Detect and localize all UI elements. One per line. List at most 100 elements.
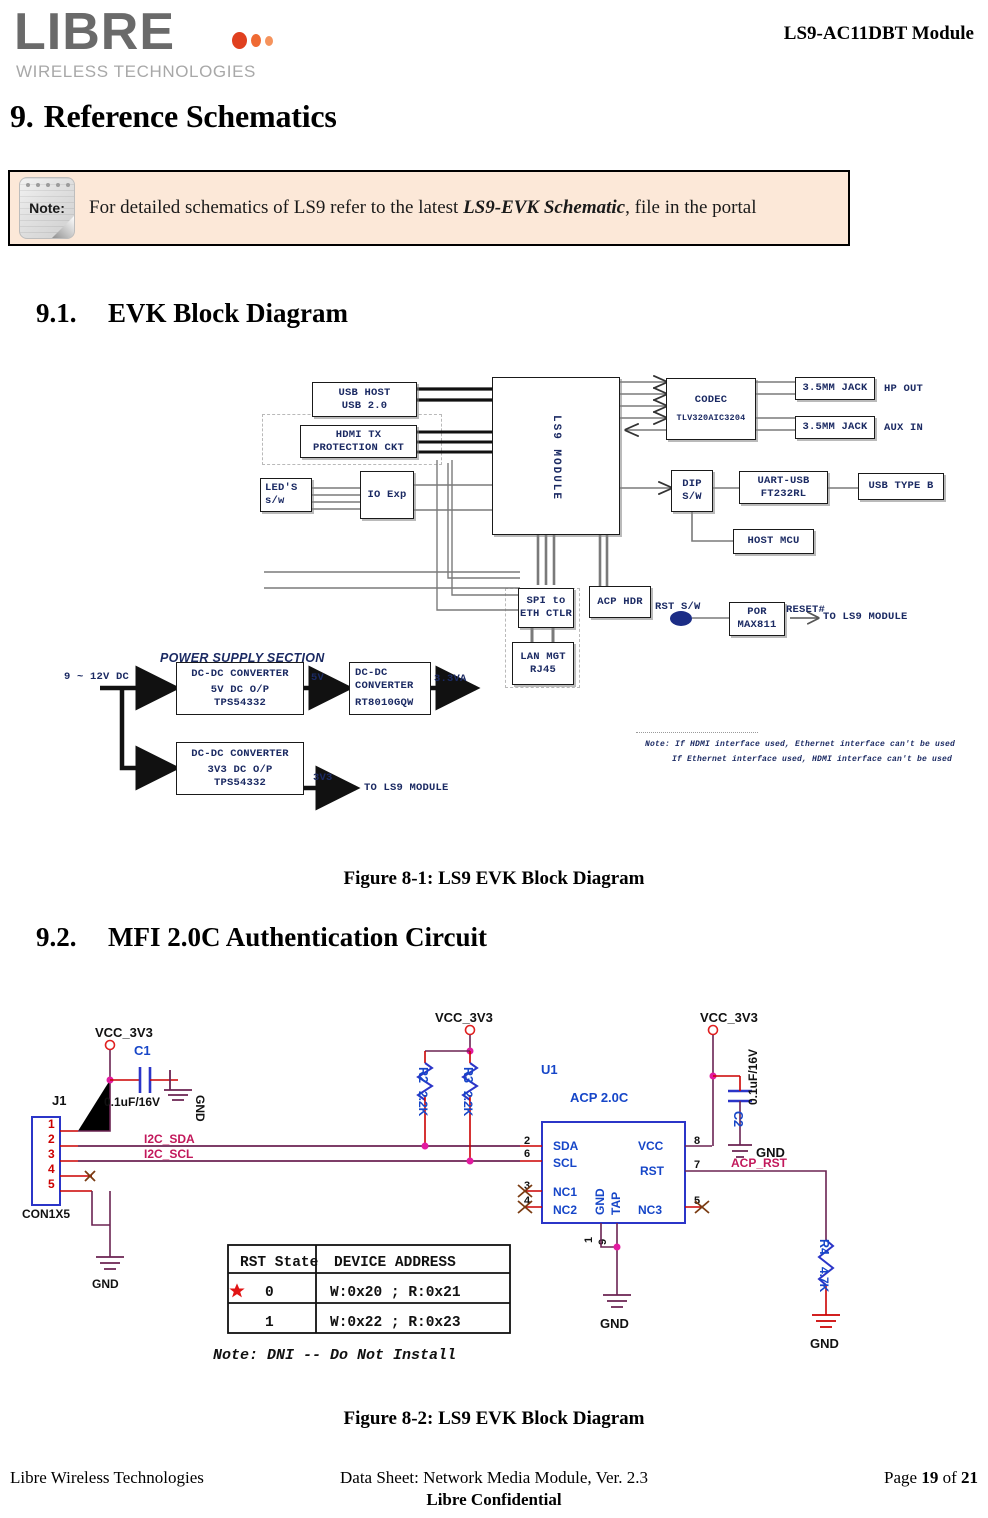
j1-refdes: J1 [52,1093,66,1108]
table-row0-state: 0 [265,1285,274,1301]
block-jack-hp-label: 3.5MM JACK [802,382,868,394]
page-title: 9. Reference Schematics [10,98,337,135]
block-usb-host: USB HOST USB 2.0 [312,382,417,417]
label-input-voltage: 9 ~ 12V DC [64,671,130,683]
label-reset-hash: RESET# [786,604,826,616]
u1-pin-gnd: GND [593,1188,607,1215]
block-lan-mgt-rj45: LAN MGT RJ45 [512,642,574,685]
footnote-divider [636,732,758,733]
u1-pin-nc2: NC2 [553,1203,577,1217]
footer-page-number: 19 [921,1468,939,1487]
block-leds-line2: s/w [265,495,285,507]
u1-part: ACP 2.0C [570,1090,629,1105]
logo-tagline: WIRELESS TECHNOLOGIES [16,62,256,81]
j1-part: CON1X5 [22,1207,70,1221]
block-codec: CODEC TLV320AIC3204 [666,378,756,440]
block-usb-host-line1: USB HOST [338,386,391,399]
table-row1-address: W:0x22 ; R:0x23 [330,1315,461,1331]
block-dcdc5v-line1: DC-DC CONVERTER [191,667,289,680]
block-dip-line2: S/W [682,491,702,503]
note-callout: Note: For detailed schematics of LS9 ref… [8,170,850,246]
footer-confidential: Libre Confidential [426,1490,562,1509]
net-vcc-mid: VCC_3V3 [435,1010,493,1025]
block-host-mcu-label: HOST MCU [747,535,800,547]
j1-pin-1: 1 [48,1117,55,1131]
label-hp-out: HP OUT [884,383,924,395]
libre-logo: LIBRE WIRELESS TECHNOLOGIES [14,3,273,82]
block-por-line2: MAX811 [737,619,777,631]
u1-refdes: U1 [541,1062,558,1077]
u1-pin-scl: SCL [553,1156,577,1170]
block-dcdc-3v3a: DC-DC CONVERTER RT8010GQW [349,662,431,715]
block-io-expander: IO Exp [360,471,414,519]
block-hdmi-tx-line2: PROTECTION CKT [312,441,404,454]
section-title: Reference Schematics [43,98,337,134]
r3-value: 2.2K [461,1091,475,1117]
reset-switch-icon [670,611,692,626]
table-row0-address: W:0x20 ; R:0x21 [330,1285,461,1301]
subsection-title-9-2: MFI 2.0C Authentication Circuit [108,922,487,952]
block-codec-part: TLV320AIC3204 [676,412,746,423]
logo-wordmark: LIBRE [14,3,175,61]
mfi-schematic-drawing: J1 CON1X5 1 2 3 4 5 VCC_3V3 C1 0.1uF/16V… [22,1010,840,1364]
subsection-title-9-1: EVK Block Diagram [108,298,348,328]
u1-pin-nc3: NC3 [638,1203,662,1217]
notepad-icon: Note: [19,177,75,239]
u1-pinnum-tap: 9 [597,1239,609,1245]
block-leds-sw: LED'S s/w [260,478,312,512]
block-dcdc33-line3: RT8010GQW [355,697,414,709]
block-por-line1: POR [747,606,767,618]
footer-page-of: of [938,1468,961,1487]
table-header-device-address: DEVICE ADDRESS [334,1255,456,1271]
block-dcdc3v3-line3: TPS54332 [213,776,266,789]
block-lan-line2: RJ45 [529,663,556,676]
note-text-before: For detailed schematics of LS9 refer to … [89,197,464,218]
j1-pin-3: 3 [48,1147,55,1161]
block-dcdc3v3-line1: DC-DC CONVERTER [191,747,289,760]
figure-caption-2: Figure 8-2: LS9 EVK Block Diagram [343,1408,645,1429]
block-dcdc33-line1: DC-DC [355,667,388,679]
c1-value: 0.1uF/16V [104,1095,160,1109]
section-number: 9. [10,98,34,134]
mfi-note-dni: Note: DNI -- Do Not Install [213,1347,456,1364]
block-dcdc33-line2: CONVERTER [355,680,414,692]
block-dcdc3v3-line2: 3V3 DC O/P [207,763,273,776]
mfi-authentication-schematic: J1 CON1X5 1 2 3 4 5 VCC_3V3 C1 0.1uF/16V… [0,995,988,1395]
j1-pin-2: 2 [48,1132,55,1146]
block-hdmi-tx: HDMI TX PROTECTION CKT [300,425,417,458]
net-i2c-scl: I2C_SCL [144,1147,193,1161]
block-usb-type-b-label: USB TYPE B [868,480,934,492]
logo-dots-icon [232,32,282,50]
block-uart-usb-line2: FT232RL [760,487,807,500]
label-rail-3v3: 3V3 [313,772,333,784]
c2-refdes: C2 [731,1111,745,1127]
r4-refdes: R4 [817,1239,831,1255]
gnd-u1-label: GND [600,1316,629,1331]
u1-pinnum-scl: 6 [524,1148,530,1160]
footer-page-prefix: Page [884,1468,922,1487]
block-codec-line1: CODEC [694,393,728,406]
block-dcdc-3v3: DC-DC CONVERTER 3V3 DC O/P TPS54332 [176,742,304,795]
r2-value: 2.2K [416,1091,430,1117]
footer-page-total: 21 [961,1468,978,1487]
block-hdmi-tx-line1: HDMI TX [335,428,382,441]
gnd-r4-label: GND [810,1336,839,1351]
label-power-to-ls9: TO LS9 MODULE [364,782,449,794]
block-por-max811: POR MAX811 [729,602,785,636]
u1-pin-rst: RST [640,1164,665,1178]
block-usb-type-b: USB TYPE B [858,473,944,500]
j1-pin-4: 4 [48,1162,55,1176]
gnd-c1-label: GND [193,1095,207,1122]
net-i2c-sda: I2C_SDA [144,1132,195,1146]
diagram-note-line2: If Ethernet interface used, HDMI interfa… [672,755,953,764]
block-lan-line1: LAN MGT [520,650,566,663]
u1-pinnum-gnd: 1 [583,1237,595,1243]
r4-value: 4.7K [817,1267,831,1293]
u1-pin-vcc: VCC [638,1139,664,1153]
block-io-exp-label: IO Exp [367,488,407,501]
subsection-number-9-2: 9.2. [36,922,77,952]
c1-refdes: C1 [134,1043,151,1058]
note-text-after: , file in the portal [625,197,757,218]
footer-datasheet: Data Sheet: Network Media Module, Ver. 2… [340,1468,648,1487]
table-header-rst-state: RST State [240,1255,318,1271]
